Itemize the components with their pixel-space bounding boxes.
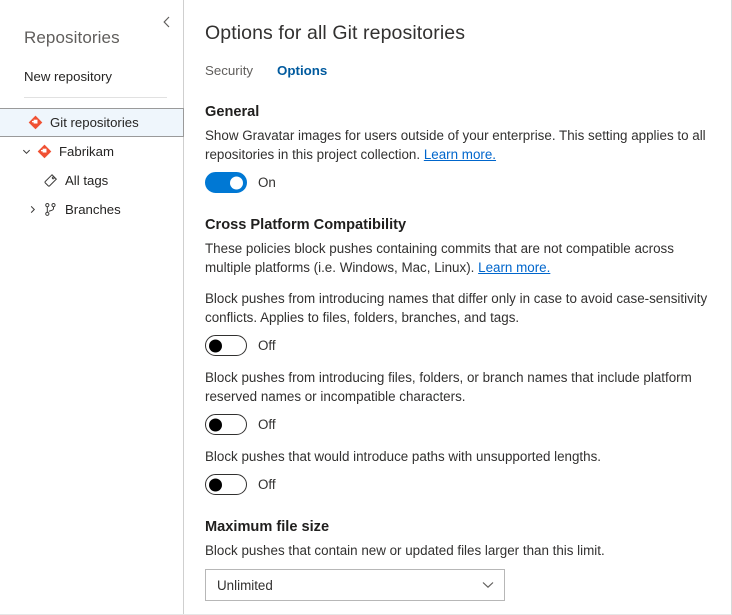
max-file-size-dropdown[interactable]: Unlimited	[205, 569, 505, 601]
sidebar-item-branches[interactable]: Branches	[0, 195, 183, 224]
toggle-knob	[209, 418, 222, 431]
toggle-knob	[230, 176, 243, 189]
sidebar-item-label: Fabrikam	[59, 144, 114, 159]
tag-icon	[40, 173, 60, 188]
tab-options[interactable]: Options	[277, 61, 327, 80]
reserved-names-toggle-label: Off	[258, 417, 276, 432]
sidebar-item-fabrikam[interactable]: Fabrikam	[0, 137, 183, 166]
path-length-toggle-row: Off	[205, 474, 719, 495]
general-section-heading: General	[205, 104, 719, 120]
reserved-names-policy-description: Block pushes from introducing files, fol…	[205, 368, 719, 406]
settings-page: Repositories New repository Git reposito…	[0, 0, 732, 615]
general-learn-more-link[interactable]: Learn more.	[424, 147, 496, 162]
case-sensitivity-policy-description: Block pushes from introducing names that…	[205, 289, 719, 327]
tab-bar: Security Options	[205, 61, 719, 80]
toggle-knob	[209, 339, 222, 352]
gravatar-toggle-row: On	[205, 172, 719, 193]
git-repository-icon	[25, 115, 45, 130]
new-repository-link[interactable]: New repository	[0, 48, 183, 84]
cross-platform-section-heading: Cross Platform Compatibility	[205, 217, 719, 233]
sidebar-item-label: Git repositories	[50, 115, 139, 130]
path-length-toggle[interactable]	[205, 474, 247, 495]
chevron-down-icon	[482, 581, 494, 589]
chevron-down-icon[interactable]	[18, 147, 34, 156]
cross-platform-description: These policies block pushes containing c…	[205, 239, 719, 277]
sidebar-item-label: All tags	[65, 173, 108, 188]
chevron-right-icon[interactable]	[24, 205, 40, 214]
page-title: Options for all Git repositories	[205, 22, 719, 45]
max-file-size-section-heading: Maximum file size	[205, 519, 719, 535]
reserved-names-toggle[interactable]	[205, 414, 247, 435]
toggle-knob	[209, 478, 222, 491]
max-file-size-description: Block pushes that contain new or updated…	[205, 541, 719, 560]
case-sensitivity-toggle-label: Off	[258, 338, 276, 353]
sidebar-item-label: Branches	[65, 202, 121, 217]
general-description: Show Gravatar images for users outside o…	[205, 126, 719, 164]
main-content: Options for all Git repositories Securit…	[184, 0, 731, 614]
sidebar: Repositories New repository Git reposito…	[0, 0, 184, 614]
sidebar-divider	[24, 97, 167, 98]
cross-platform-description-text: These policies block pushes containing c…	[205, 241, 674, 275]
sidebar-title: Repositories	[0, 0, 183, 48]
branch-icon	[40, 202, 60, 217]
git-repository-icon	[34, 144, 54, 159]
gravatar-toggle-label: On	[258, 175, 276, 190]
max-file-size-value: Unlimited	[217, 578, 273, 593]
sidebar-item-all-tags[interactable]: All tags	[0, 166, 183, 195]
tab-security[interactable]: Security	[205, 61, 253, 80]
sidebar-collapse-button[interactable]	[158, 16, 174, 32]
case-sensitivity-toggle[interactable]	[205, 335, 247, 356]
chevron-left-icon	[163, 15, 170, 33]
case-sensitivity-toggle-row: Off	[205, 335, 719, 356]
path-length-toggle-label: Off	[258, 477, 276, 492]
path-length-policy-description: Block pushes that would introduce paths …	[205, 447, 719, 466]
reserved-names-toggle-row: Off	[205, 414, 719, 435]
sidebar-item-git-repositories[interactable]: Git repositories	[0, 108, 184, 137]
gravatar-toggle[interactable]	[205, 172, 247, 193]
repository-tree: Git repositories Fabrikam	[0, 108, 183, 224]
cross-platform-learn-more-link[interactable]: Learn more.	[478, 260, 550, 275]
